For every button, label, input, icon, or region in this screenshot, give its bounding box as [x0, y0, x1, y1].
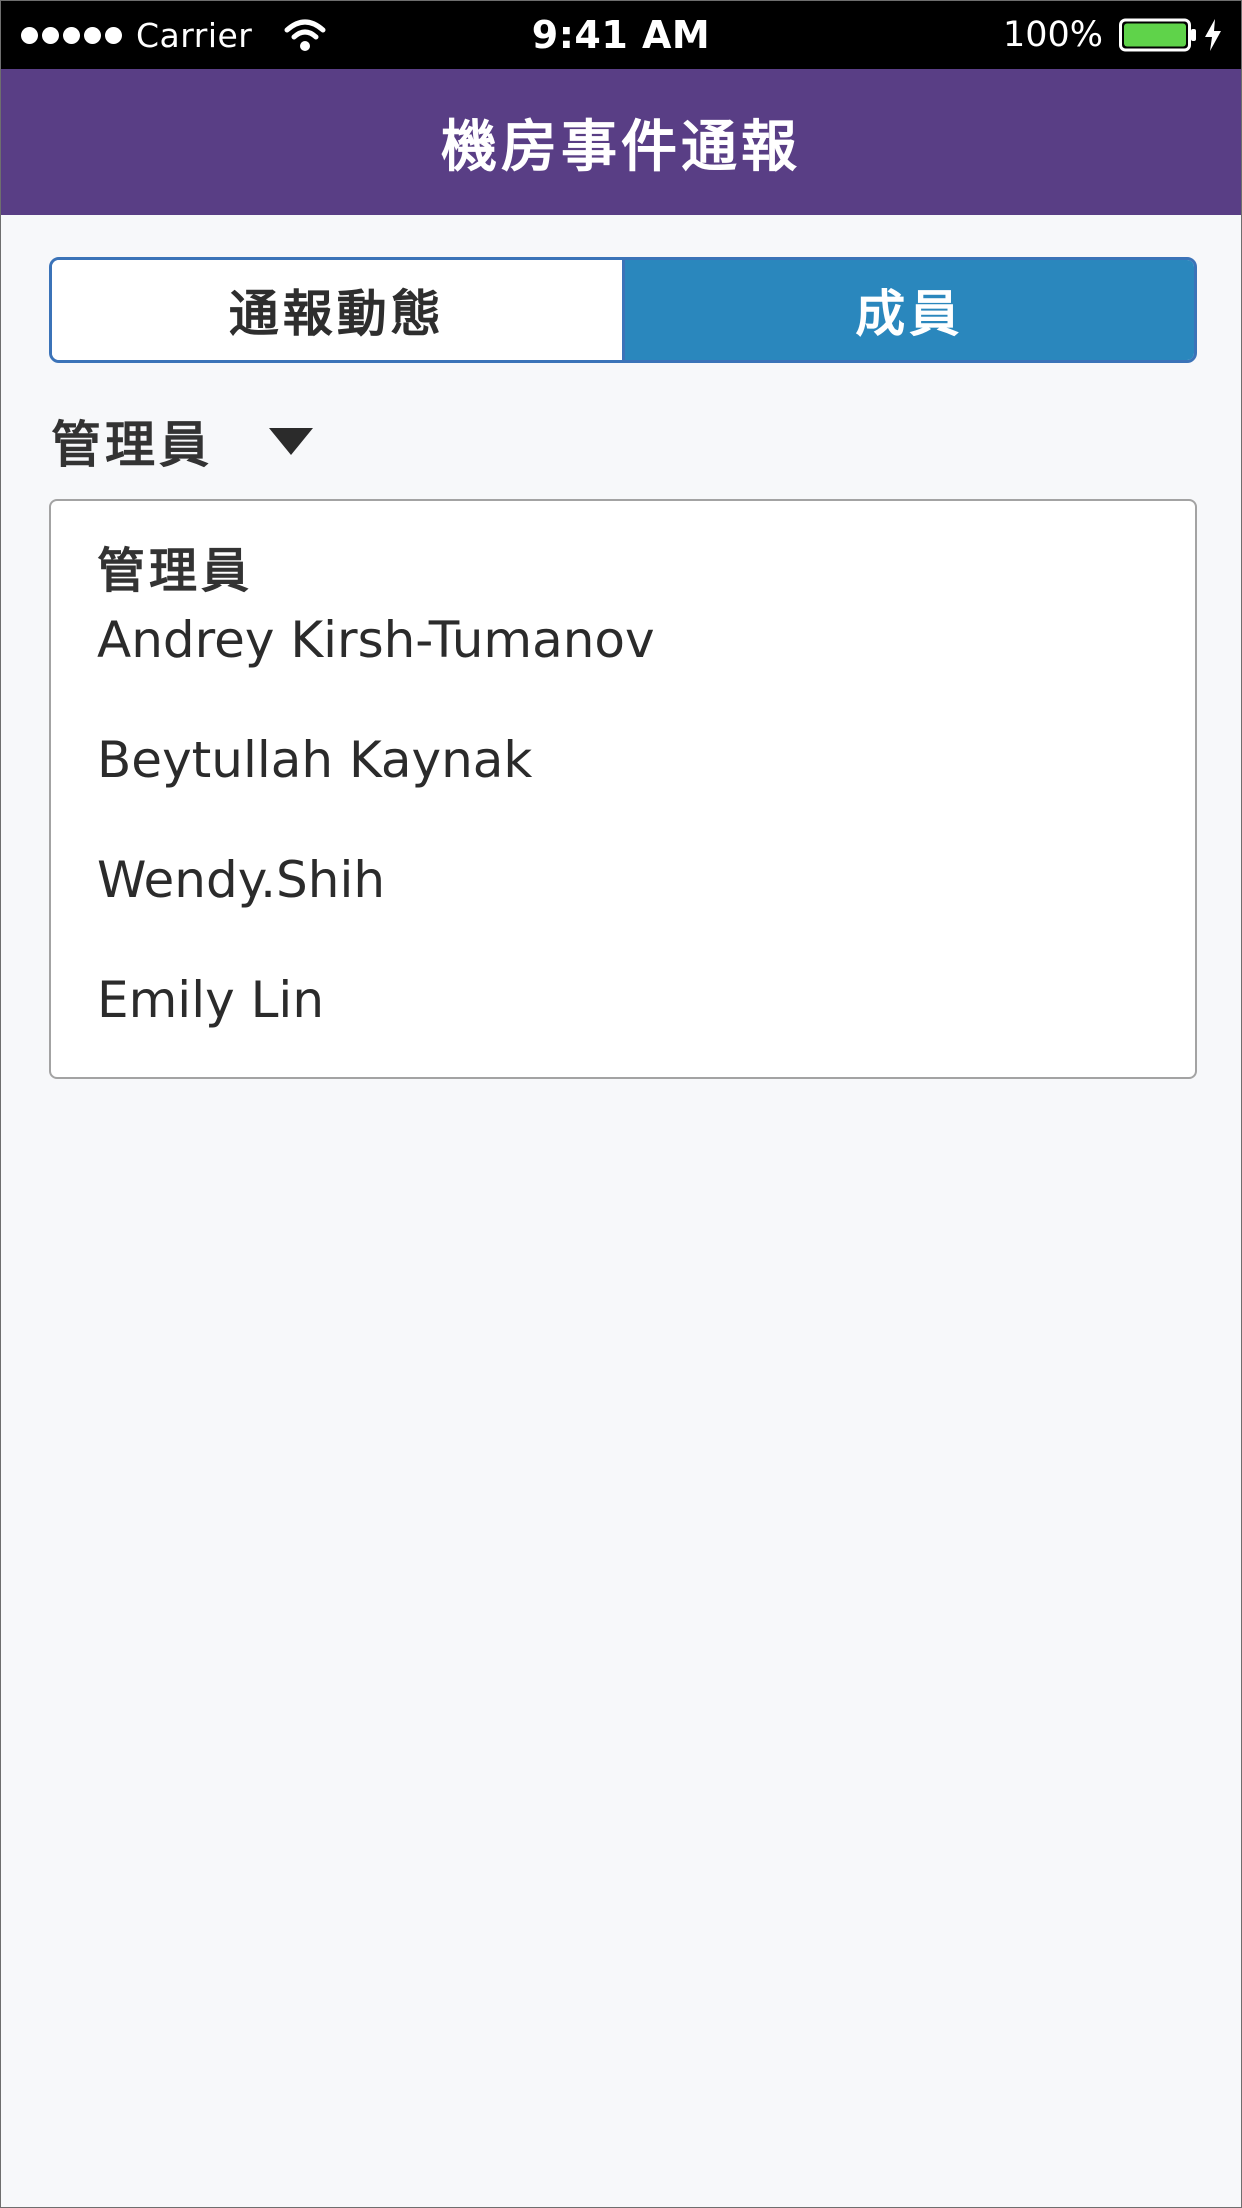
- member-item[interactable]: Wendy.Shih: [97, 851, 385, 909]
- charging-bolt-icon: [1205, 19, 1221, 51]
- member-item[interactable]: Emily Lin: [97, 971, 324, 1029]
- member-item[interactable]: Beytullah Kaynak: [97, 731, 532, 789]
- tab-members[interactable]: 成員: [624, 260, 1194, 360]
- member-group-header: 管理員: [97, 543, 254, 599]
- member-item[interactable]: Andrey Kirsh-Tumanov: [97, 611, 655, 669]
- caret-down-icon[interactable]: [269, 427, 313, 455]
- tab-notifications[interactable]: 通報動態: [52, 260, 625, 360]
- nav-bar: 機房事件通報: [1, 69, 1241, 215]
- segmented-control: 通報動態 成員: [49, 257, 1197, 363]
- battery-percentage: 100%: [1002, 15, 1103, 55]
- battery-icon: [1119, 18, 1196, 52]
- status-right: 100%: [1003, 1, 1223, 69]
- role-dropdown[interactable]: 管理員: [51, 405, 313, 477]
- role-dropdown-value: 管理員: [51, 416, 213, 474]
- member-list: 管理員 Andrey Kirsh-Tumanov Beytullah Kayna…: [49, 499, 1197, 1079]
- status-bar: Carrier 9:41 AM 100%: [1, 1, 1241, 69]
- page-title: 機房事件通報: [441, 114, 801, 180]
